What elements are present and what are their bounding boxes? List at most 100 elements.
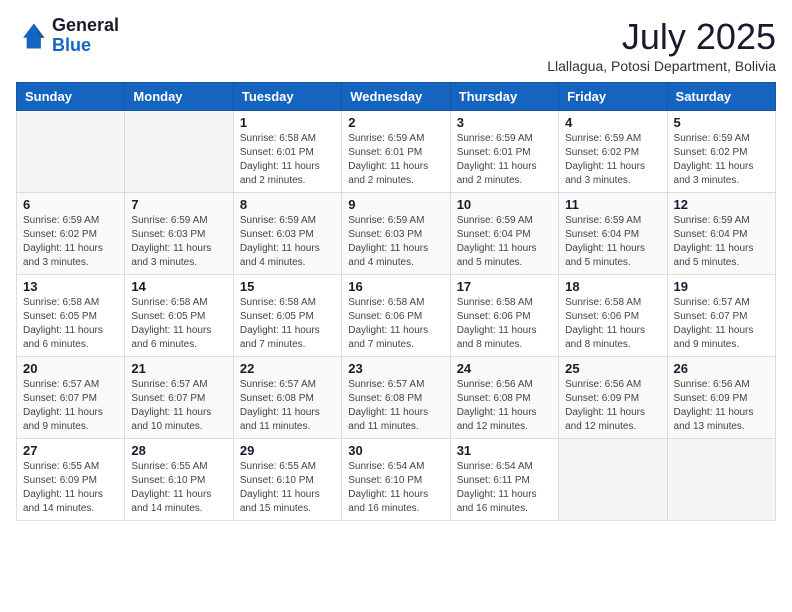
weekday-header-monday: Monday [125,83,233,111]
day-info: Sunrise: 6:57 AM Sunset: 6:08 PM Dayligh… [240,378,335,434]
day-info: Sunrise: 6:55 AM Sunset: 6:09 PM Dayligh… [23,460,118,516]
calendar-cell: 3Sunrise: 6:59 AM Sunset: 6:01 PM Daylig… [450,111,558,193]
calendar-cell: 8Sunrise: 6:59 AM Sunset: 6:03 PM Daylig… [233,193,341,275]
day-info: Sunrise: 6:54 AM Sunset: 6:10 PM Dayligh… [348,460,443,516]
day-info: Sunrise: 6:59 AM Sunset: 6:03 PM Dayligh… [348,214,443,270]
day-info: Sunrise: 6:58 AM Sunset: 6:06 PM Dayligh… [565,296,660,352]
day-number: 11 [565,197,660,212]
day-info: Sunrise: 6:55 AM Sunset: 6:10 PM Dayligh… [240,460,335,516]
calendar-cell: 1 Sunrise: 6:58 AM Sunset: 6:01 PM Daylig… [233,111,341,193]
calendar-cell: 6 Sunrise: 6:59 AM Sunset: 6:02 PM Daylig… [17,193,125,275]
day-info: Sunrise: 6:59 AM Sunset: 6:04 PM Dayligh… [565,214,660,270]
weekday-header-row: SundayMondayTuesdayWednesdayThursdayFrid… [17,83,776,111]
day-number: 8 [240,197,335,212]
day-number: 15 [240,279,335,294]
day-number: 18 [565,279,660,294]
day-number: 22 [240,361,335,376]
weekday-header-sunday: Sunday [17,83,125,111]
day-number: 3 [457,115,552,130]
day-info: Sunrise: 6:59 AM Sunset: 6:03 PM Dayligh… [131,214,226,270]
day-number: 17 [457,279,552,294]
calendar-cell: 30 Sunrise: 6:54 AM Sunset: 6:10 PM Dayli… [342,439,450,521]
day-number: 27 [23,443,118,458]
day-number: 9 [348,197,443,212]
calendar-cell [17,111,125,193]
calendar-cell: 4Sunrise: 6:59 AM Sunset: 6:02 PM Daylig… [559,111,667,193]
day-number: 14 [131,279,226,294]
week-row-3: 13 Sunrise: 6:58 AM Sunset: 6:05 PM Dayli… [17,275,776,357]
week-row-4: 20Sunrise: 6:57 AM Sunset: 6:07 PM Dayli… [17,357,776,439]
weekday-header-thursday: Thursday [450,83,558,111]
calendar-cell: 28 Sunrise: 6:55 AM Sunset: 6:10 PM Dayli… [125,439,233,521]
day-info: Sunrise: 6:59 AM Sunset: 6:01 PM Dayligh… [348,132,443,188]
day-info: Sunrise: 6:59 AM Sunset: 6:04 PM Dayligh… [674,214,769,270]
day-info: Sunrise: 6:59 AM Sunset: 6:02 PM Dayligh… [23,214,118,270]
day-info: Sunrise: 6:57 AM Sunset: 6:07 PM Dayligh… [23,378,118,434]
month-title: July 2025 [547,16,776,58]
day-info: Sunrise: 6:57 AM Sunset: 6:07 PM Dayligh… [674,296,769,352]
calendar-cell: 11 Sunrise: 6:59 AM Sunset: 6:04 PM Dayli… [559,193,667,275]
title-block: July 2025 Llallagua, Potosi Department, … [547,16,776,74]
day-number: 6 [23,197,118,212]
calendar-cell [667,439,775,521]
calendar-cell: 25Sunrise: 6:56 AM Sunset: 6:09 PM Dayli… [559,357,667,439]
calendar-cell [559,439,667,521]
day-number: 28 [131,443,226,458]
day-number: 2 [348,115,443,130]
day-number: 31 [457,443,552,458]
logo-blue-text: Blue [52,35,91,55]
calendar-cell: 24 Sunrise: 6:56 AM Sunset: 6:08 PM Dayli… [450,357,558,439]
day-info: Sunrise: 6:56 AM Sunset: 6:08 PM Dayligh… [457,378,552,434]
location-subtitle: Llallagua, Potosi Department, Bolivia [547,58,776,74]
day-info: Sunrise: 6:55 AM Sunset: 6:10 PM Dayligh… [131,460,226,516]
calendar-cell: 7 Sunrise: 6:59 AM Sunset: 6:03 PM Daylig… [125,193,233,275]
weekday-header-tuesday: Tuesday [233,83,341,111]
day-number: 10 [457,197,552,212]
weekday-header-friday: Friday [559,83,667,111]
day-info: Sunrise: 6:59 AM Sunset: 6:04 PM Dayligh… [457,214,552,270]
day-number: 26 [674,361,769,376]
calendar-cell: 9 Sunrise: 6:59 AM Sunset: 6:03 PM Daylig… [342,193,450,275]
logo-icon [16,20,48,52]
day-number: 4 [565,115,660,130]
logo-general-text: General [52,15,119,35]
calendar-cell: 22 Sunrise: 6:57 AM Sunset: 6:08 PM Dayli… [233,357,341,439]
weekday-header-wednesday: Wednesday [342,83,450,111]
calendar-cell: 14 Sunrise: 6:58 AM Sunset: 6:05 PM Dayli… [125,275,233,357]
day-info: Sunrise: 6:56 AM Sunset: 6:09 PM Dayligh… [674,378,769,434]
calendar-cell: 26 Sunrise: 6:56 AM Sunset: 6:09 PM Dayli… [667,357,775,439]
calendar-cell: 2 Sunrise: 6:59 AM Sunset: 6:01 PM Daylig… [342,111,450,193]
week-row-1: 1 Sunrise: 6:58 AM Sunset: 6:01 PM Daylig… [17,111,776,193]
day-number: 1 [240,115,335,130]
day-info: Sunrise: 6:56 AM Sunset: 6:09 PM Dayligh… [565,378,660,434]
day-number: 12 [674,197,769,212]
page-header: General Blue July 2025 Llallagua, Potosi… [16,16,776,74]
day-number: 5 [674,115,769,130]
calendar-cell: 18 Sunrise: 6:58 AM Sunset: 6:06 PM Dayli… [559,275,667,357]
calendar-cell: 31 Sunrise: 6:54 AM Sunset: 6:11 PM Dayli… [450,439,558,521]
day-number: 24 [457,361,552,376]
calendar-cell: 15Sunrise: 6:58 AM Sunset: 6:05 PM Dayli… [233,275,341,357]
calendar-cell [125,111,233,193]
day-number: 7 [131,197,226,212]
day-info: Sunrise: 6:58 AM Sunset: 6:05 PM Dayligh… [23,296,118,352]
calendar-cell: 23Sunrise: 6:57 AM Sunset: 6:08 PM Dayli… [342,357,450,439]
calendar-cell: 17 Sunrise: 6:58 AM Sunset: 6:06 PM Dayli… [450,275,558,357]
calendar-cell: 13 Sunrise: 6:58 AM Sunset: 6:05 PM Dayli… [17,275,125,357]
day-info: Sunrise: 6:58 AM Sunset: 6:01 PM Dayligh… [240,132,335,188]
day-number: 29 [240,443,335,458]
day-number: 30 [348,443,443,458]
day-info: Sunrise: 6:58 AM Sunset: 6:06 PM Dayligh… [457,296,552,352]
calendar-cell: 21 Sunrise: 6:57 AM Sunset: 6:07 PM Dayli… [125,357,233,439]
calendar-cell: 20Sunrise: 6:57 AM Sunset: 6:07 PM Dayli… [17,357,125,439]
day-number: 19 [674,279,769,294]
day-info: Sunrise: 6:58 AM Sunset: 6:05 PM Dayligh… [131,296,226,352]
day-info: Sunrise: 6:57 AM Sunset: 6:07 PM Dayligh… [131,378,226,434]
calendar-table: SundayMondayTuesdayWednesdayThursdayFrid… [16,82,776,521]
day-number: 23 [348,361,443,376]
day-number: 21 [131,361,226,376]
day-info: Sunrise: 6:58 AM Sunset: 6:06 PM Dayligh… [348,296,443,352]
calendar-cell: 19 Sunrise: 6:57 AM Sunset: 6:07 PM Dayli… [667,275,775,357]
day-info: Sunrise: 6:54 AM Sunset: 6:11 PM Dayligh… [457,460,552,516]
day-number: 13 [23,279,118,294]
